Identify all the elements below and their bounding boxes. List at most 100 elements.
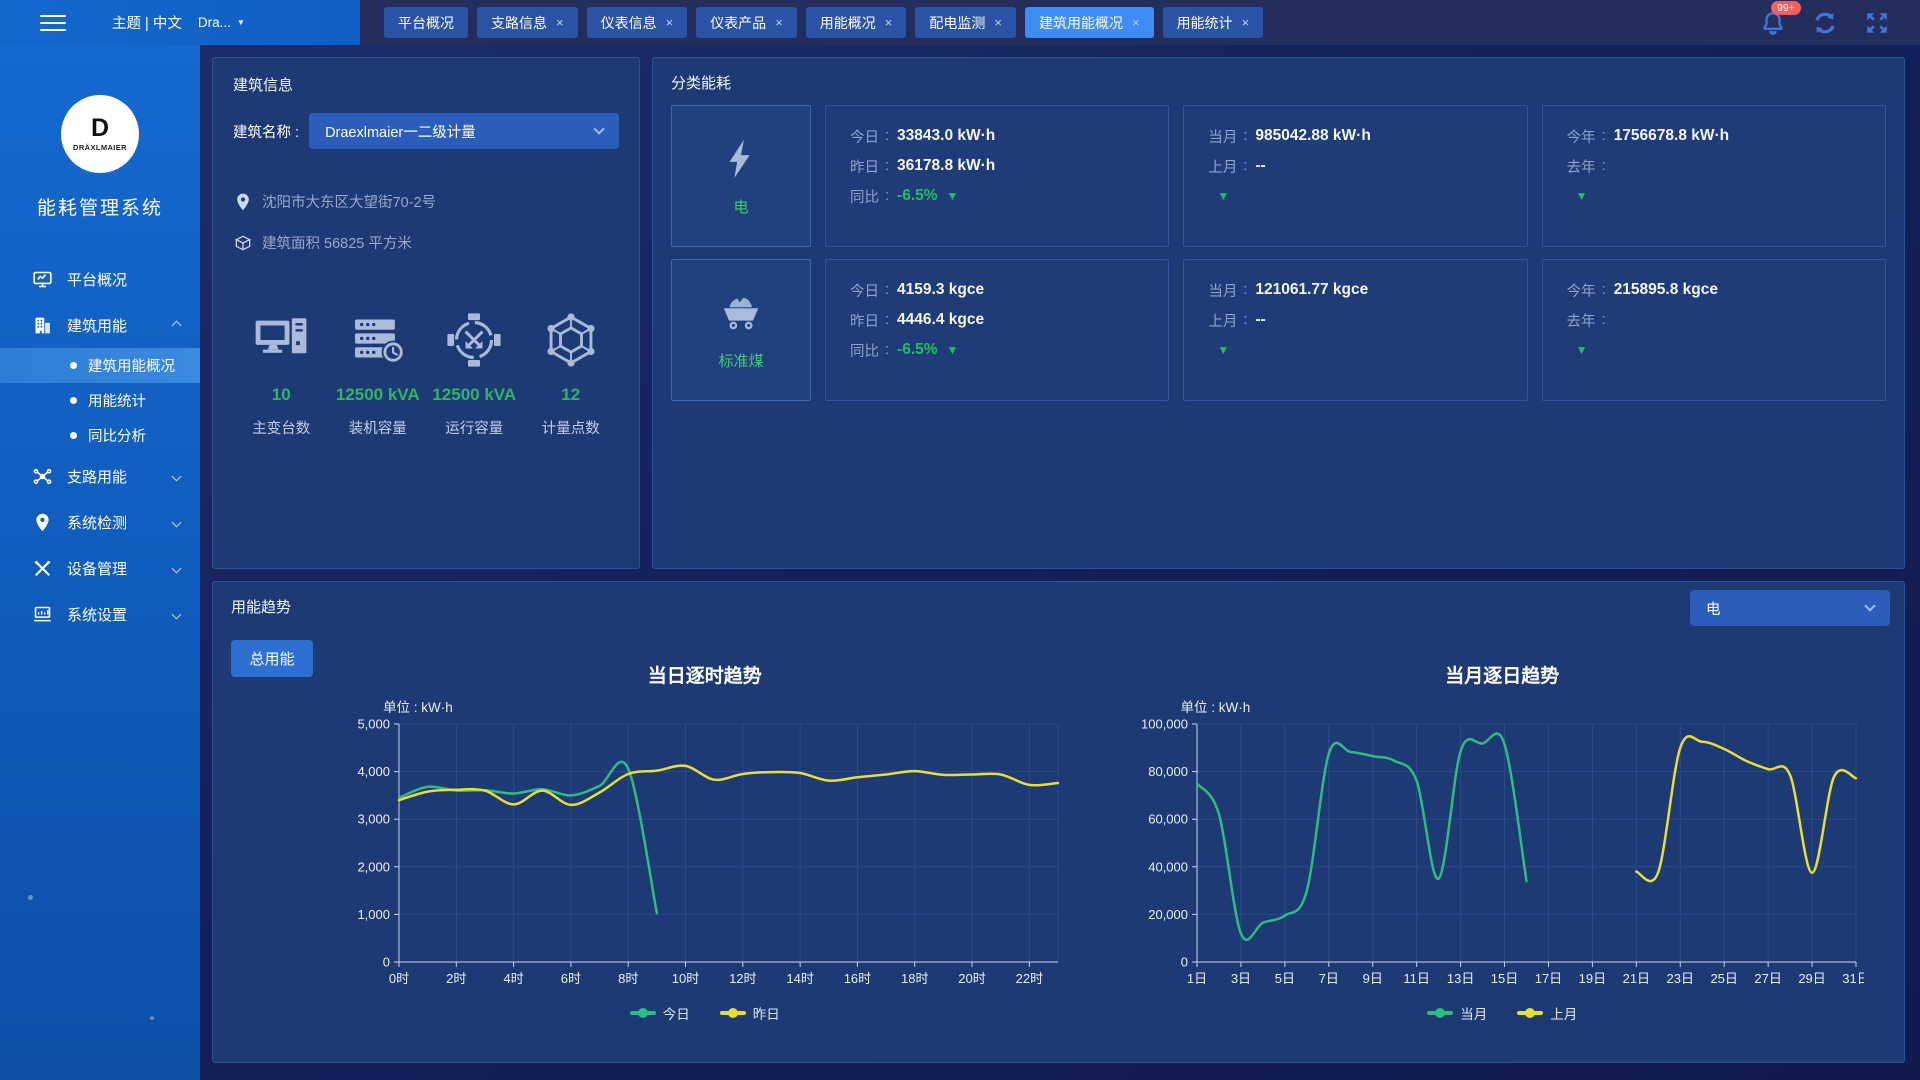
chevron-down-icon: [172, 517, 182, 527]
sidebar-subitem-用能统计[interactable]: 用能统计: [0, 383, 200, 418]
tab-仪表信息[interactable]: 仪表信息×: [587, 7, 688, 38]
svg-text:5,000: 5,000: [357, 718, 390, 732]
stat-value: 4159.3 kgce: [897, 281, 984, 299]
svg-text:17日: 17日: [1534, 971, 1561, 986]
colon: :: [885, 342, 889, 358]
colon: :: [885, 128, 889, 144]
tab-支路信息[interactable]: 支路信息×: [477, 7, 578, 38]
tab-label: 用能概况: [820, 13, 876, 33]
stat-label: 上月: [1208, 156, 1237, 177]
theme-language-switch[interactable]: 主题 | 中文: [112, 12, 182, 33]
svg-text:27日: 27日: [1754, 971, 1781, 986]
legend-item-昨日[interactable]: 昨日: [720, 1003, 780, 1023]
tab-配电监测[interactable]: 配电监测 ×: [915, 7, 1016, 38]
building-address: 沈阳市大东区大望街70-2号: [262, 191, 436, 212]
energy-stat-line: 当月:121061.77 kgce: [1208, 275, 1502, 305]
colon: :: [885, 158, 889, 174]
energy-stat-line: 今年:215895.8 kgce: [1567, 275, 1861, 305]
sidebar-item-系统检测[interactable]: 系统检测: [0, 499, 200, 545]
energy-type-dropdown[interactable]: 电: [1690, 590, 1890, 626]
sidebar-item-建筑用能[interactable]: 建筑用能: [0, 302, 200, 348]
legend-item-上月[interactable]: 上月: [1517, 1003, 1577, 1023]
tab-close-icon[interactable]: ×: [1132, 16, 1140, 29]
legend-marker-icon: [1517, 1008, 1543, 1018]
chevron-down-icon: [172, 609, 182, 619]
energy-stat-line: 上月:--: [1208, 305, 1502, 335]
svg-text:80,000: 80,000: [1148, 764, 1188, 779]
tab-平台概况[interactable]: 平台概况: [384, 7, 468, 38]
tab-建筑用能概况[interactable]: 建筑用能概况×: [1025, 7, 1154, 38]
trend-down-icon: ▼: [947, 189, 959, 203]
decor-dot: [28, 895, 33, 900]
legend-item-当月[interactable]: 当月: [1427, 1003, 1487, 1023]
energy-stat-line: 同比:-6.5%▼: [850, 181, 1144, 211]
svg-text:9日: 9日: [1362, 971, 1382, 986]
sidebar-item-label: 系统设置: [67, 604, 127, 625]
colon: :: [1602, 158, 1606, 174]
notification-bell-icon[interactable]: 99+: [1760, 10, 1786, 36]
line-chart-svg: 01,0002,0003,0004,0005,0000时2时4时6时8时10时1…: [331, 718, 1066, 994]
svg-text:8时: 8时: [618, 971, 638, 986]
legend-label: 今日: [663, 1003, 690, 1023]
energy-stat-line: 今日:33843.0 kW·h: [850, 121, 1144, 151]
svg-text:2时: 2时: [446, 971, 466, 986]
tab-用能概况[interactable]: 用能概况 ×: [806, 7, 907, 38]
tab-close-icon[interactable]: ×: [775, 16, 783, 29]
topbar: 主题 | 中文 Dra... ▼ 平台概况支路信息×仪表信息×仪表产品×用能概况…: [0, 0, 1920, 45]
energy-stat-line: 同比:-6.5%▼: [850, 335, 1144, 365]
series-line-上月: [1636, 736, 1856, 881]
sidebar-item-系统设置[interactable]: 系统设置: [0, 591, 200, 637]
switch-icon: [445, 311, 503, 369]
fullscreen-icon[interactable]: [1864, 10, 1890, 36]
svg-text:10时: 10时: [672, 971, 699, 986]
stat-value: 12500 kVA: [330, 385, 427, 405]
svg-text:14时: 14时: [786, 971, 813, 986]
user-menu[interactable]: Dra... ▼: [198, 15, 245, 30]
colon: :: [885, 282, 889, 298]
tab-label: 仪表产品: [710, 13, 766, 33]
legend-marker-icon: [720, 1008, 746, 1018]
monitor-icon: [32, 269, 53, 290]
tab-close-icon[interactable]: ×: [666, 16, 674, 29]
svg-text:22时: 22时: [1016, 971, 1043, 986]
tab-label: 配电监测: [929, 13, 985, 33]
sidebar-subitem-同比分析[interactable]: 同比分析: [0, 418, 200, 453]
sidebar-item-label: 系统检测: [67, 512, 127, 533]
tab-close-icon[interactable]: ×: [556, 16, 564, 29]
colon: :: [885, 188, 889, 204]
sidebar-item-设备管理[interactable]: 设备管理: [0, 545, 200, 591]
sidebar-item-支路用能[interactable]: 支路用能: [0, 453, 200, 499]
sidebar-item-label: 设备管理: [67, 558, 127, 579]
bullet-icon: [70, 432, 77, 439]
sidebar-item-平台概况[interactable]: 平台概况: [0, 256, 200, 302]
tab-仪表产品[interactable]: 仪表产品 ×: [696, 7, 797, 38]
stat-value: -6.5%: [897, 187, 938, 205]
legend-label: 昨日: [753, 1003, 780, 1023]
stat-value: 985042.88 kW·h: [1255, 127, 1370, 145]
energy-stat-line: ▼: [1567, 181, 1861, 211]
series-line-今日: [399, 762, 657, 914]
refresh-icon[interactable]: [1812, 10, 1838, 36]
tab-用能统计[interactable]: 用能统计×: [1163, 7, 1264, 38]
lightning-icon: [718, 136, 764, 182]
hamburger-menu-icon[interactable]: [40, 10, 66, 36]
total-energy-button[interactable]: 总用能: [231, 640, 313, 677]
sidebar-subitem-label: 建筑用能概况: [88, 355, 175, 376]
energy-stat-line: ▼: [1567, 335, 1861, 365]
svg-text:19日: 19日: [1578, 971, 1605, 986]
tab-close-icon[interactable]: ×: [994, 16, 1002, 29]
sidebar: D DRÄXLMAIER 能耗管理系统 平台概况建筑用能建筑用能概况用能统计同比…: [0, 45, 200, 1080]
trend-down-icon: ▼: [947, 343, 959, 357]
stat-label: 运行容量: [426, 417, 523, 438]
tab-label: 平台概况: [398, 13, 454, 33]
stat-value: 4446.4 kgce: [897, 311, 984, 329]
legend-item-今日[interactable]: 今日: [630, 1003, 690, 1023]
building-name-select[interactable]: Draexlmaier一二级计量: [309, 113, 619, 149]
sidebar-subitem-建筑用能概况[interactable]: 建筑用能概况: [0, 348, 200, 383]
svg-text:6时: 6时: [561, 971, 581, 986]
logo-letter: D: [91, 116, 109, 141]
energy-stat-card: 今年:1756678.8 kW·h去年:▼: [1542, 105, 1886, 247]
svg-text:23日: 23日: [1666, 971, 1693, 986]
tab-close-icon[interactable]: ×: [1242, 16, 1250, 29]
tab-close-icon[interactable]: ×: [885, 16, 893, 29]
